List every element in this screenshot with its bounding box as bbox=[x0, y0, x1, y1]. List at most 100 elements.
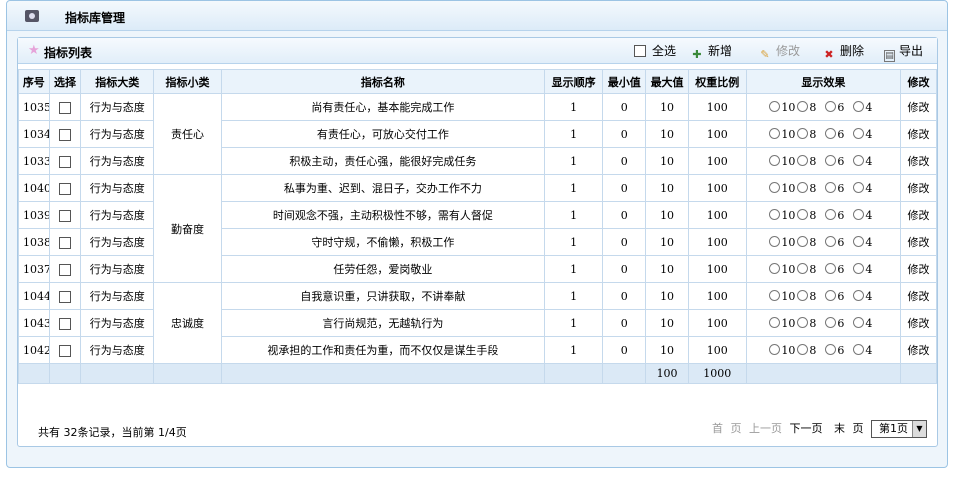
display-radio-option[interactable]: 6 bbox=[825, 208, 849, 222]
radio-button[interactable] bbox=[853, 181, 865, 193]
radio-button[interactable] bbox=[797, 316, 809, 328]
edit-button[interactable]: ✎ 修改 bbox=[758, 43, 800, 61]
display-radio-option[interactable]: 10 bbox=[769, 127, 795, 141]
display-radio-option[interactable]: 6 bbox=[825, 181, 849, 195]
radio-button[interactable] bbox=[853, 289, 865, 301]
radio-button[interactable] bbox=[797, 235, 809, 247]
radio-button[interactable] bbox=[825, 289, 837, 301]
display-radio-option[interactable]: 8 bbox=[797, 343, 821, 357]
display-radio-option[interactable]: 8 bbox=[797, 100, 821, 114]
radio-button[interactable] bbox=[853, 235, 865, 247]
display-radio-option[interactable]: 8 bbox=[797, 289, 821, 303]
edit-link[interactable]: 修改 bbox=[900, 147, 937, 175]
display-radio-option[interactable]: 4 bbox=[853, 154, 877, 168]
display-radio-option[interactable]: 6 bbox=[825, 289, 849, 303]
radio-button[interactable] bbox=[825, 100, 837, 112]
edit-link[interactable]: 修改 bbox=[900, 120, 937, 148]
display-radio-option[interactable]: 4 bbox=[853, 235, 877, 249]
radio-button[interactable] bbox=[797, 208, 809, 220]
radio-button[interactable] bbox=[853, 127, 865, 139]
next-page-link[interactable]: 下一页 bbox=[790, 422, 823, 435]
display-radio-option[interactable]: 4 bbox=[853, 316, 877, 330]
display-radio-option[interactable]: 6 bbox=[825, 316, 849, 330]
edit-link[interactable]: 修改 bbox=[900, 174, 937, 202]
display-radio-option[interactable]: 10 bbox=[769, 181, 795, 195]
display-radio-option[interactable]: 4 bbox=[853, 262, 877, 276]
radio-button[interactable] bbox=[853, 154, 865, 166]
display-radio-option[interactable]: 6 bbox=[825, 127, 849, 141]
display-radio-option[interactable]: 10 bbox=[769, 235, 795, 249]
display-radio-option[interactable]: 10 bbox=[769, 316, 795, 330]
edit-link[interactable]: 修改 bbox=[900, 93, 937, 121]
radio-button[interactable] bbox=[769, 316, 781, 328]
row-checkbox[interactable] bbox=[58, 101, 71, 114]
display-radio-option[interactable]: 4 bbox=[853, 208, 877, 222]
display-radio-option[interactable]: 8 bbox=[797, 235, 821, 249]
display-radio-option[interactable]: 8 bbox=[797, 154, 821, 168]
display-radio-option[interactable]: 6 bbox=[825, 154, 849, 168]
edit-link[interactable]: 修改 bbox=[900, 228, 937, 256]
radio-button[interactable] bbox=[769, 154, 781, 166]
radio-button[interactable] bbox=[853, 262, 865, 274]
row-checkbox[interactable] bbox=[58, 128, 71, 141]
display-radio-option[interactable]: 6 bbox=[825, 262, 849, 276]
display-radio-option[interactable]: 4 bbox=[853, 100, 877, 114]
add-button[interactable]: ✚ 新增 bbox=[690, 43, 732, 61]
prev-page-link[interactable]: 上一页 bbox=[749, 422, 782, 435]
display-radio-option[interactable]: 10 bbox=[769, 100, 795, 114]
radio-button[interactable] bbox=[825, 343, 837, 355]
display-radio-option[interactable]: 8 bbox=[797, 208, 821, 222]
radio-button[interactable] bbox=[825, 262, 837, 274]
radio-button[interactable] bbox=[797, 100, 809, 112]
row-checkbox[interactable] bbox=[58, 182, 71, 195]
row-checkbox[interactable] bbox=[58, 209, 71, 222]
delete-button[interactable]: ✖ 删除 bbox=[822, 43, 864, 61]
radio-button[interactable] bbox=[769, 100, 781, 112]
display-radio-option[interactable]: 4 bbox=[853, 127, 877, 141]
edit-link[interactable]: 修改 bbox=[900, 201, 937, 229]
row-checkbox[interactable] bbox=[58, 236, 71, 249]
radio-button[interactable] bbox=[853, 100, 865, 112]
display-radio-option[interactable]: 6 bbox=[825, 235, 849, 249]
page-select[interactable]: 第1页 ▼ bbox=[871, 420, 927, 438]
display-radio-option[interactable]: 4 bbox=[853, 181, 877, 195]
display-radio-option[interactable]: 4 bbox=[853, 343, 877, 357]
display-radio-option[interactable]: 8 bbox=[797, 316, 821, 330]
row-checkbox[interactable] bbox=[58, 344, 71, 357]
radio-button[interactable] bbox=[825, 127, 837, 139]
radio-button[interactable] bbox=[825, 208, 837, 220]
radio-button[interactable] bbox=[797, 343, 809, 355]
edit-link[interactable]: 修改 bbox=[900, 336, 937, 364]
radio-button[interactable] bbox=[825, 154, 837, 166]
radio-button[interactable] bbox=[797, 289, 809, 301]
display-radio-option[interactable]: 8 bbox=[797, 262, 821, 276]
radio-button[interactable] bbox=[769, 289, 781, 301]
row-checkbox[interactable] bbox=[58, 290, 71, 303]
last-page-link[interactable]: 末 页 bbox=[830, 422, 864, 435]
radio-button[interactable] bbox=[853, 208, 865, 220]
radio-button[interactable] bbox=[769, 208, 781, 220]
edit-link[interactable]: 修改 bbox=[900, 309, 937, 337]
display-radio-option[interactable]: 6 bbox=[825, 100, 849, 114]
display-radio-option[interactable]: 6 bbox=[825, 343, 849, 357]
edit-link[interactable]: 修改 bbox=[900, 282, 937, 310]
radio-button[interactable] bbox=[825, 235, 837, 247]
row-checkbox[interactable] bbox=[58, 155, 71, 168]
radio-button[interactable] bbox=[769, 181, 781, 193]
select-all-checkbox[interactable] bbox=[634, 45, 646, 57]
row-checkbox[interactable] bbox=[58, 263, 71, 276]
radio-button[interactable] bbox=[797, 262, 809, 274]
display-radio-option[interactable]: 8 bbox=[797, 181, 821, 195]
radio-button[interactable] bbox=[769, 235, 781, 247]
display-radio-option[interactable]: 10 bbox=[769, 208, 795, 222]
radio-button[interactable] bbox=[853, 316, 865, 328]
display-radio-option[interactable]: 10 bbox=[769, 289, 795, 303]
radio-button[interactable] bbox=[853, 343, 865, 355]
radio-button[interactable] bbox=[797, 127, 809, 139]
radio-button[interactable] bbox=[769, 262, 781, 274]
radio-button[interactable] bbox=[769, 127, 781, 139]
display-radio-option[interactable]: 10 bbox=[769, 154, 795, 168]
radio-button[interactable] bbox=[797, 181, 809, 193]
export-button[interactable]: ▤ 导出 bbox=[884, 43, 923, 62]
row-checkbox[interactable] bbox=[58, 317, 71, 330]
